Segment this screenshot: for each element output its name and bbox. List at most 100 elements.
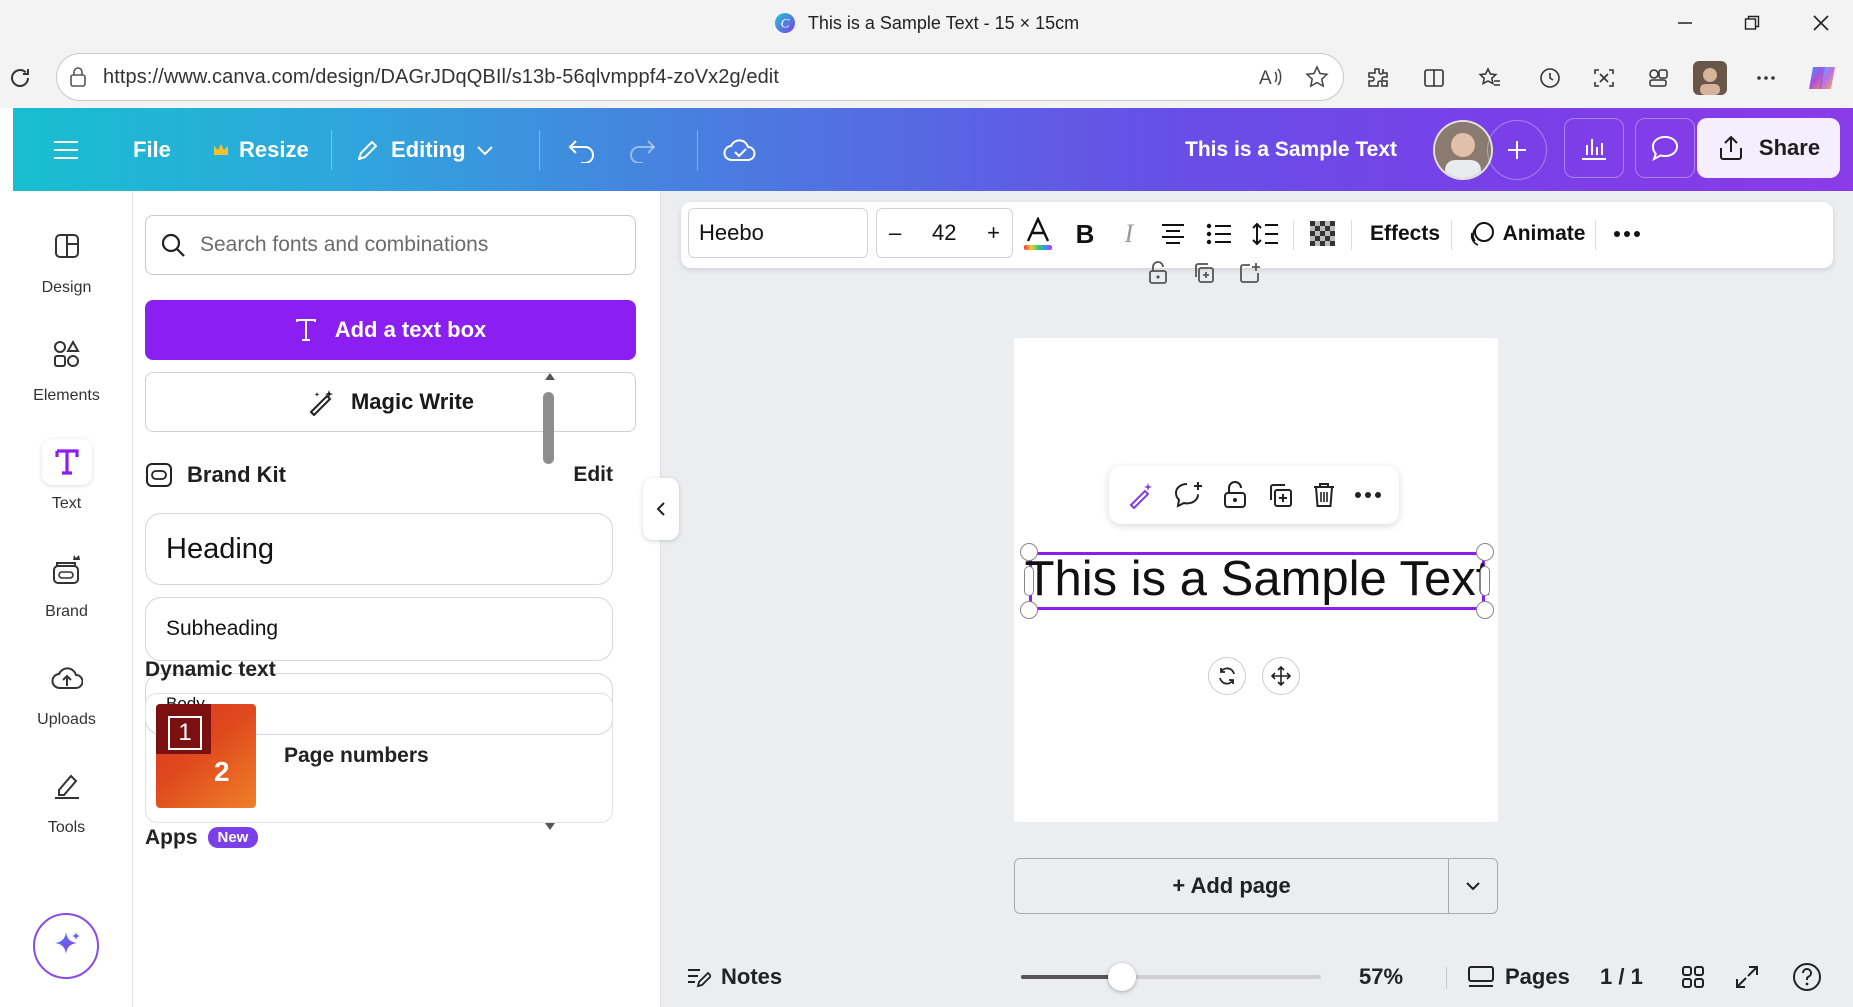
add-page-icon[interactable] xyxy=(1230,253,1270,293)
duplicate-element-icon[interactable] xyxy=(1266,481,1294,509)
animate-button[interactable]: Animate xyxy=(1459,210,1595,258)
grid-view-icon[interactable] xyxy=(1681,957,1705,997)
read-aloud-icon[interactable]: A xyxy=(1259,66,1285,88)
share-button[interactable]: Share xyxy=(1697,118,1840,178)
rotate-handle[interactable] xyxy=(1208,657,1246,695)
more-options-icon[interactable] xyxy=(1603,210,1651,258)
canva-favicon: C xyxy=(774,12,796,34)
copilot-icon[interactable] xyxy=(1804,60,1840,96)
restore-button[interactable] xyxy=(1721,0,1783,46)
screenshot-icon[interactable] xyxy=(1586,60,1622,96)
text-color-button[interactable] xyxy=(1016,210,1060,258)
scroll-up-icon[interactable] xyxy=(543,370,557,384)
add-text-box-button[interactable]: Add a text box xyxy=(145,300,636,360)
comments-button[interactable] xyxy=(1635,118,1695,178)
heading-style-button[interactable]: Heading xyxy=(145,513,613,585)
brand-kit-edit-link[interactable]: Edit xyxy=(573,463,613,487)
text-panel: Add a text box Magic Write Brand Kit Edi… xyxy=(133,191,661,1007)
resize-button[interactable]: Resize xyxy=(213,108,309,191)
minimize-button[interactable] xyxy=(1654,0,1716,46)
add-comment-icon[interactable] xyxy=(1173,480,1205,510)
move-handle[interactable] xyxy=(1262,657,1300,695)
more-options-icon[interactable] xyxy=(1354,491,1382,499)
lock-page-icon[interactable] xyxy=(1138,253,1178,293)
bold-button[interactable]: B xyxy=(1063,210,1107,258)
effects-button[interactable]: Effects xyxy=(1357,210,1453,258)
add-page-button[interactable]: + Add page xyxy=(1015,859,1449,913)
rail-item-uploads[interactable]: Uploads xyxy=(0,655,133,755)
favorites-icon[interactable] xyxy=(1472,60,1508,96)
add-page-dropdown[interactable] xyxy=(1449,859,1497,913)
add-page-label: + Add page xyxy=(1172,873,1291,898)
font-family-dropdown[interactable]: Heebo xyxy=(688,208,868,258)
align-center-icon[interactable] xyxy=(1149,210,1197,258)
fullscreen-icon[interactable] xyxy=(1734,957,1760,997)
collaborator-avatar[interactable] xyxy=(1433,120,1493,180)
zoom-slider[interactable] xyxy=(1021,963,1321,991)
subheading-style-button[interactable]: Subheading xyxy=(145,597,613,661)
duplicate-page-icon[interactable] xyxy=(1184,253,1224,293)
scroll-down-icon[interactable] xyxy=(543,821,557,835)
font-search-box[interactable] xyxy=(145,215,636,275)
favorite-star-icon[interactable] xyxy=(1305,65,1329,89)
invite-plus-button[interactable] xyxy=(1487,120,1547,180)
rail-item-elements[interactable]: Elements xyxy=(0,331,133,431)
search-input[interactable] xyxy=(200,233,620,257)
svg-text:A: A xyxy=(1259,68,1272,88)
split-screen-icon[interactable] xyxy=(1416,60,1452,96)
design-title[interactable]: This is a Sample Text xyxy=(1185,108,1397,191)
redo-button[interactable] xyxy=(617,125,667,175)
panel-scrollbar-thumb[interactable] xyxy=(543,392,554,464)
collapse-panel-button[interactable] xyxy=(643,478,679,540)
canvas-text[interactable]: This is a Sample Text xyxy=(1025,551,1490,607)
help-icon[interactable] xyxy=(1792,957,1822,997)
magic-write-button[interactable]: Magic Write xyxy=(145,372,636,432)
resize-handle-top-left[interactable] xyxy=(1020,543,1038,561)
undo-button[interactable] xyxy=(557,125,607,175)
italic-button[interactable]: I xyxy=(1107,210,1151,258)
menu-button[interactable] xyxy=(53,108,79,191)
notes-icon xyxy=(685,965,711,989)
history-icon[interactable] xyxy=(1532,60,1568,96)
zoom-slider-knob[interactable] xyxy=(1108,963,1136,991)
reload-icon[interactable] xyxy=(2,60,38,96)
resize-handle-top-right[interactable] xyxy=(1476,543,1494,561)
font-size-input[interactable]: 42 xyxy=(932,220,956,246)
bullet-list-icon[interactable] xyxy=(1195,210,1243,258)
trash-icon[interactable] xyxy=(1311,481,1337,509)
resize-handle-bottom-right[interactable] xyxy=(1476,601,1494,619)
divider xyxy=(1351,220,1352,250)
rail-item-design[interactable]: Design xyxy=(0,223,133,323)
dynamic-text-heading: Dynamic text xyxy=(145,658,276,681)
pages-button[interactable]: Pages xyxy=(1467,957,1570,997)
file-menu-button[interactable]: File xyxy=(133,108,171,191)
collections-icon[interactable] xyxy=(1640,60,1676,96)
page-numbers-card[interactable]: 1 2 Page numbers xyxy=(145,693,613,823)
extensions-icon[interactable] xyxy=(1360,60,1396,96)
lock-element-icon[interactable] xyxy=(1222,481,1248,509)
more-options-icon[interactable] xyxy=(1748,60,1784,96)
resize-handle-left[interactable] xyxy=(1024,566,1034,596)
close-window-button[interactable] xyxy=(1790,0,1852,46)
increase-size-button[interactable]: + xyxy=(987,220,1000,246)
cloud-saved-icon[interactable] xyxy=(715,125,765,175)
zoom-level[interactable]: 57% xyxy=(1359,957,1403,997)
browser-title-bar: C This is a Sample Text - 15 × 15cm xyxy=(0,0,1853,46)
url-field[interactable]: https://www.canva.com/design/DAGrJDqQBIl… xyxy=(56,53,1344,101)
selected-text-element[interactable]: This is a Sample Text xyxy=(1025,552,1489,610)
profile-avatar[interactable] xyxy=(1692,60,1728,96)
magic-edit-icon[interactable] xyxy=(1126,480,1156,510)
spacing-icon[interactable] xyxy=(1241,210,1289,258)
magic-assistant-button[interactable] xyxy=(33,913,99,979)
rail-item-text[interactable]: Text xyxy=(0,439,133,539)
resize-handle-bottom-left[interactable] xyxy=(1020,601,1038,619)
rail-item-brand[interactable]: Brand xyxy=(0,547,133,647)
insights-button[interactable] xyxy=(1564,118,1624,178)
transparency-icon[interactable] xyxy=(1299,210,1347,258)
rail-label: Elements xyxy=(33,387,100,404)
rail-item-tools[interactable]: Tools xyxy=(0,763,133,863)
resize-handle-right[interactable] xyxy=(1480,566,1490,596)
decrease-size-button[interactable]: – xyxy=(889,220,901,246)
notes-button[interactable]: Notes xyxy=(685,957,782,997)
editing-mode-button[interactable]: Editing xyxy=(355,108,494,191)
